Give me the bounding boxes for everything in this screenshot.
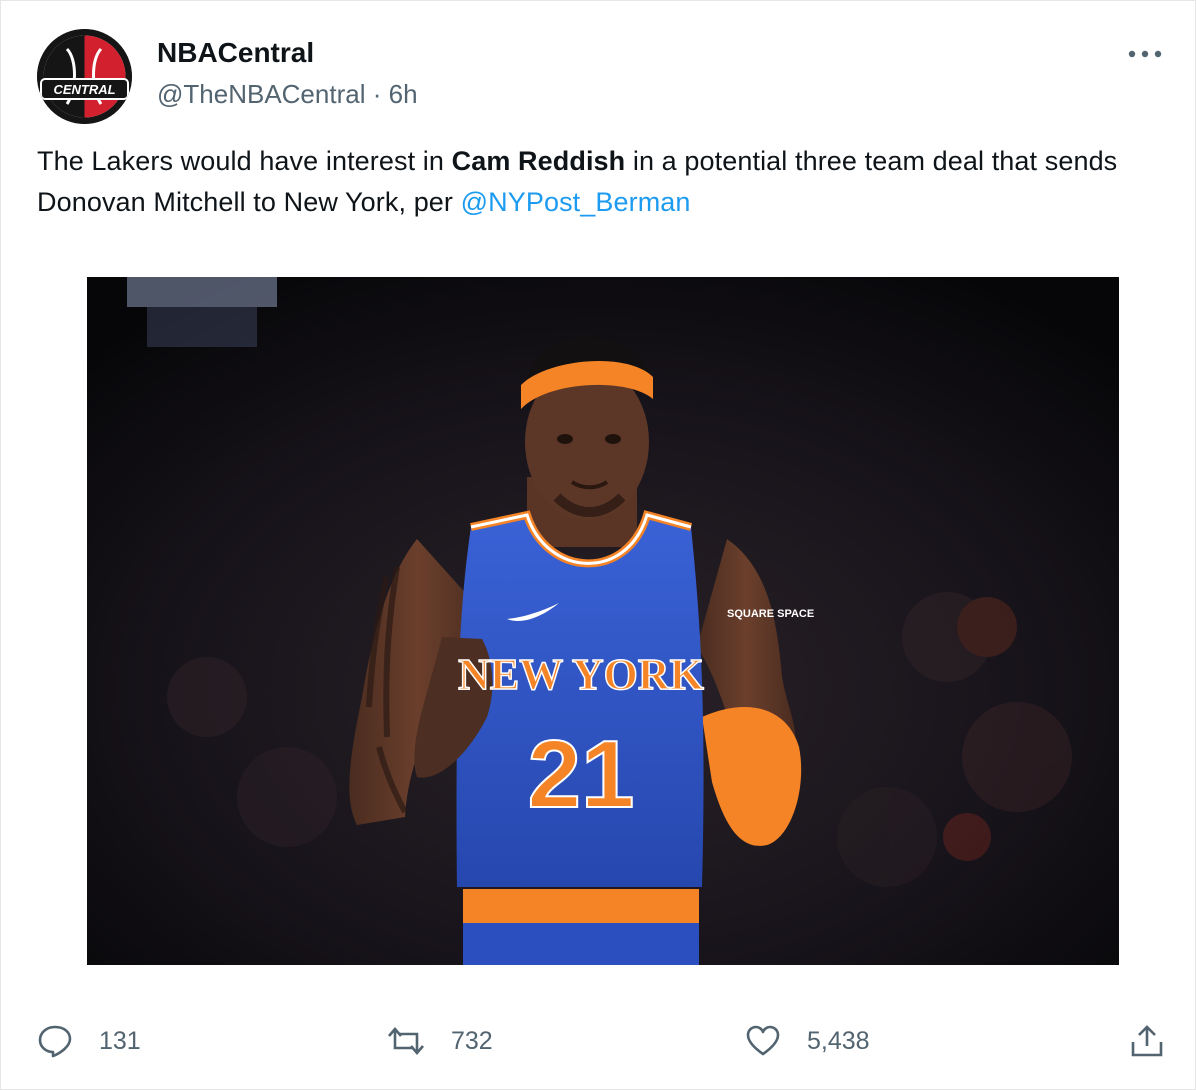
retweet-count: 732	[451, 1026, 493, 1055]
avatar-logo-text: CENTRAL	[53, 82, 115, 97]
like-button[interactable]: 5,438	[745, 1013, 870, 1069]
jersey-sponsor: SQUARE SPACE	[727, 608, 814, 620]
author-handle[interactable]: @TheNBACentral	[157, 79, 365, 109]
tweet-text-part: The Lakers would have interest in	[37, 146, 452, 176]
player-photo: SQUARE SPACE NEW YORK 21	[87, 277, 1119, 965]
jersey-number: 21	[528, 721, 635, 828]
tweet-text-bold: Cam Reddish	[451, 146, 626, 176]
tweet-card[interactable]: CENTRAL NBACentral @TheNBACentral · 6h T…	[0, 0, 1196, 1090]
more-icon	[1128, 50, 1162, 58]
reply-icon	[38, 1025, 72, 1058]
share-icon	[1131, 1025, 1163, 1057]
mention-link[interactable]: @NYPost_Berman	[461, 187, 691, 217]
tweet-timestamp[interactable]: 6h	[389, 79, 418, 109]
like-count: 5,438	[807, 1026, 870, 1055]
share-button[interactable]	[1129, 1013, 1165, 1069]
reply-count: 131	[99, 1026, 141, 1055]
more-options-button[interactable]	[1125, 41, 1165, 67]
author-meta: @TheNBACentral · 6h	[157, 79, 418, 110]
reply-button[interactable]: 131	[37, 1013, 141, 1069]
author-display-name[interactable]: NBACentral	[157, 37, 314, 69]
retweet-icon	[388, 1027, 424, 1055]
retweet-button[interactable]: 732	[387, 1013, 493, 1069]
tweet-actions-bar: 131 732 5,438	[1, 1013, 1196, 1073]
tweet-media-photo[interactable]: SQUARE SPACE NEW YORK 21	[87, 277, 1119, 965]
jersey-team-text: NEW YORK	[458, 650, 704, 699]
nba-central-logo: CENTRAL	[37, 29, 132, 124]
meta-separator: ·	[372, 79, 382, 109]
tweet-text: The Lakers would have interest in Cam Re…	[37, 141, 1157, 223]
avatar[interactable]: CENTRAL	[37, 29, 132, 124]
heart-icon	[746, 1025, 780, 1056]
